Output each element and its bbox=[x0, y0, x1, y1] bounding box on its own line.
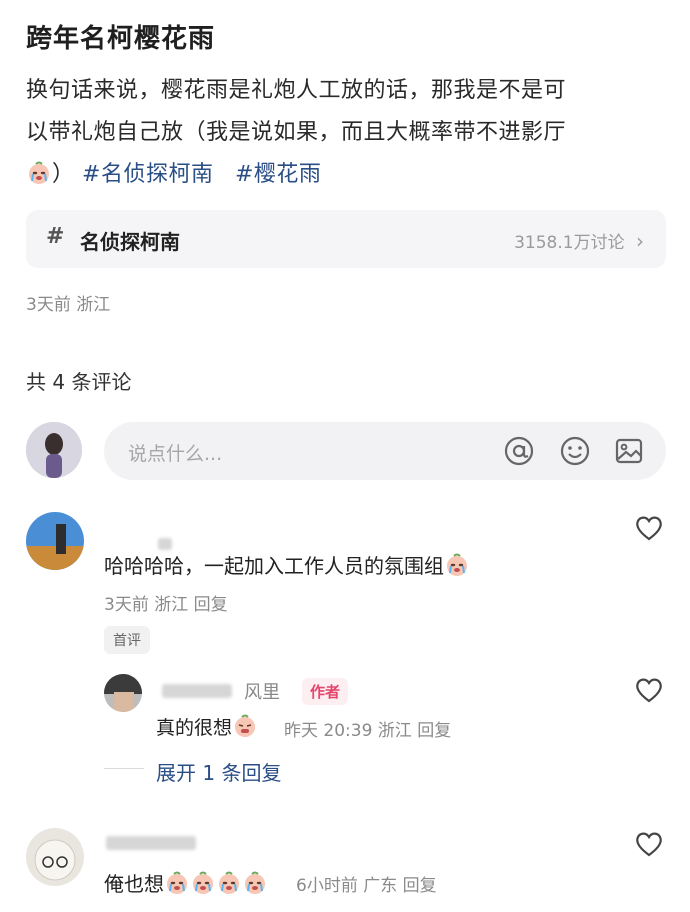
user-avatar[interactable] bbox=[26, 422, 82, 478]
comment-input-placeholder: 说点什么... bbox=[128, 443, 223, 465]
commenter-avatar[interactable] bbox=[26, 828, 84, 886]
crying-emoji-icon bbox=[27, 161, 51, 185]
emoji-icon[interactable] bbox=[558, 434, 592, 468]
blurred-username bbox=[158, 538, 172, 550]
post-body-paren: ） bbox=[52, 162, 75, 187]
reply-meta[interactable]: 昨天 20:39 浙江 回复 bbox=[284, 716, 451, 741]
hashtag-link[interactable]: #名侦探柯南 bbox=[82, 162, 213, 187]
reply-text: 真的很想 bbox=[156, 713, 258, 740]
topic-name: 名侦探柯南 bbox=[80, 230, 180, 254]
image-icon[interactable] bbox=[612, 434, 646, 468]
crying-emoji-icon bbox=[191, 871, 215, 895]
topic-card[interactable]: # 名侦探柯南 3158.1万讨论 › bbox=[26, 210, 666, 268]
comment-text-body: 俺也想 bbox=[104, 872, 164, 896]
comment-count: 共 4 条评论 bbox=[26, 370, 132, 394]
like-heart-icon[interactable] bbox=[634, 830, 664, 858]
blurred-username bbox=[106, 836, 196, 850]
reply-text-body: 真的很想 bbox=[156, 717, 233, 739]
like-heart-icon[interactable] bbox=[634, 676, 664, 704]
post-title: 跨年名柯樱花雨 bbox=[26, 24, 216, 54]
comment-text-body: 哈哈哈哈，一起加入工作人员的氛围组 bbox=[104, 554, 444, 578]
comment-text: 哈哈哈哈，一起加入工作人员的氛围组 bbox=[104, 550, 470, 579]
avatar-image bbox=[26, 828, 84, 886]
expand-replies-link[interactable]: 展开 1 条回复 bbox=[156, 757, 281, 786]
expand-divider bbox=[104, 768, 144, 769]
post-body-line: 换句话来说，樱花雨是礼炮人工放的话，那我是不是可 bbox=[26, 78, 567, 103]
reply-author-name[interactable]: 风里 bbox=[244, 678, 280, 704]
topic-discussion-count: 3158.1万讨论 bbox=[514, 233, 625, 253]
post-body-line: ） #名侦探柯南 #樱花雨 bbox=[26, 154, 666, 196]
avatar-image bbox=[26, 422, 82, 478]
commenter-avatar[interactable] bbox=[26, 512, 84, 570]
post-meta: 3天前 浙江 bbox=[26, 295, 111, 315]
comment-meta[interactable]: 6小时前 广东 回复 bbox=[296, 871, 437, 896]
hashtag-icon: # bbox=[46, 224, 65, 249]
comment-input[interactable]: 说点什么... bbox=[104, 422, 666, 480]
blurred-username bbox=[162, 684, 232, 698]
crying-emoji-icon bbox=[217, 871, 241, 895]
author-badge: 作者 bbox=[302, 678, 349, 705]
hashtag-link[interactable]: #樱花雨 bbox=[235, 162, 321, 187]
reply-avatar[interactable] bbox=[104, 674, 142, 712]
crying-emoji-icon bbox=[165, 871, 189, 895]
comment-meta[interactable]: 3天前 浙江 回复 bbox=[104, 590, 228, 615]
post-body: 换句话来说，樱花雨是礼炮人工放的话，那我是不是可 以带礼炮自己放（我是说如果，而… bbox=[26, 70, 666, 196]
like-heart-icon[interactable] bbox=[634, 514, 664, 542]
crying-emoji-icon bbox=[243, 871, 267, 895]
post-body-line: 以带礼炮自己放（我是说如果，而且大概率带不进影厅 bbox=[26, 120, 567, 145]
first-comment-badge: 首评 bbox=[104, 626, 150, 654]
avatar-image bbox=[104, 674, 142, 712]
at-mention-icon[interactable] bbox=[502, 434, 536, 468]
crying-emoji-icon bbox=[445, 553, 469, 577]
topic-count: 3158.1万讨论 › bbox=[514, 228, 644, 253]
chevron-right-icon: › bbox=[636, 229, 644, 253]
avatar-image bbox=[26, 512, 84, 570]
comment-text: 俺也想 bbox=[104, 868, 268, 897]
sad-emoji-icon bbox=[233, 714, 257, 738]
